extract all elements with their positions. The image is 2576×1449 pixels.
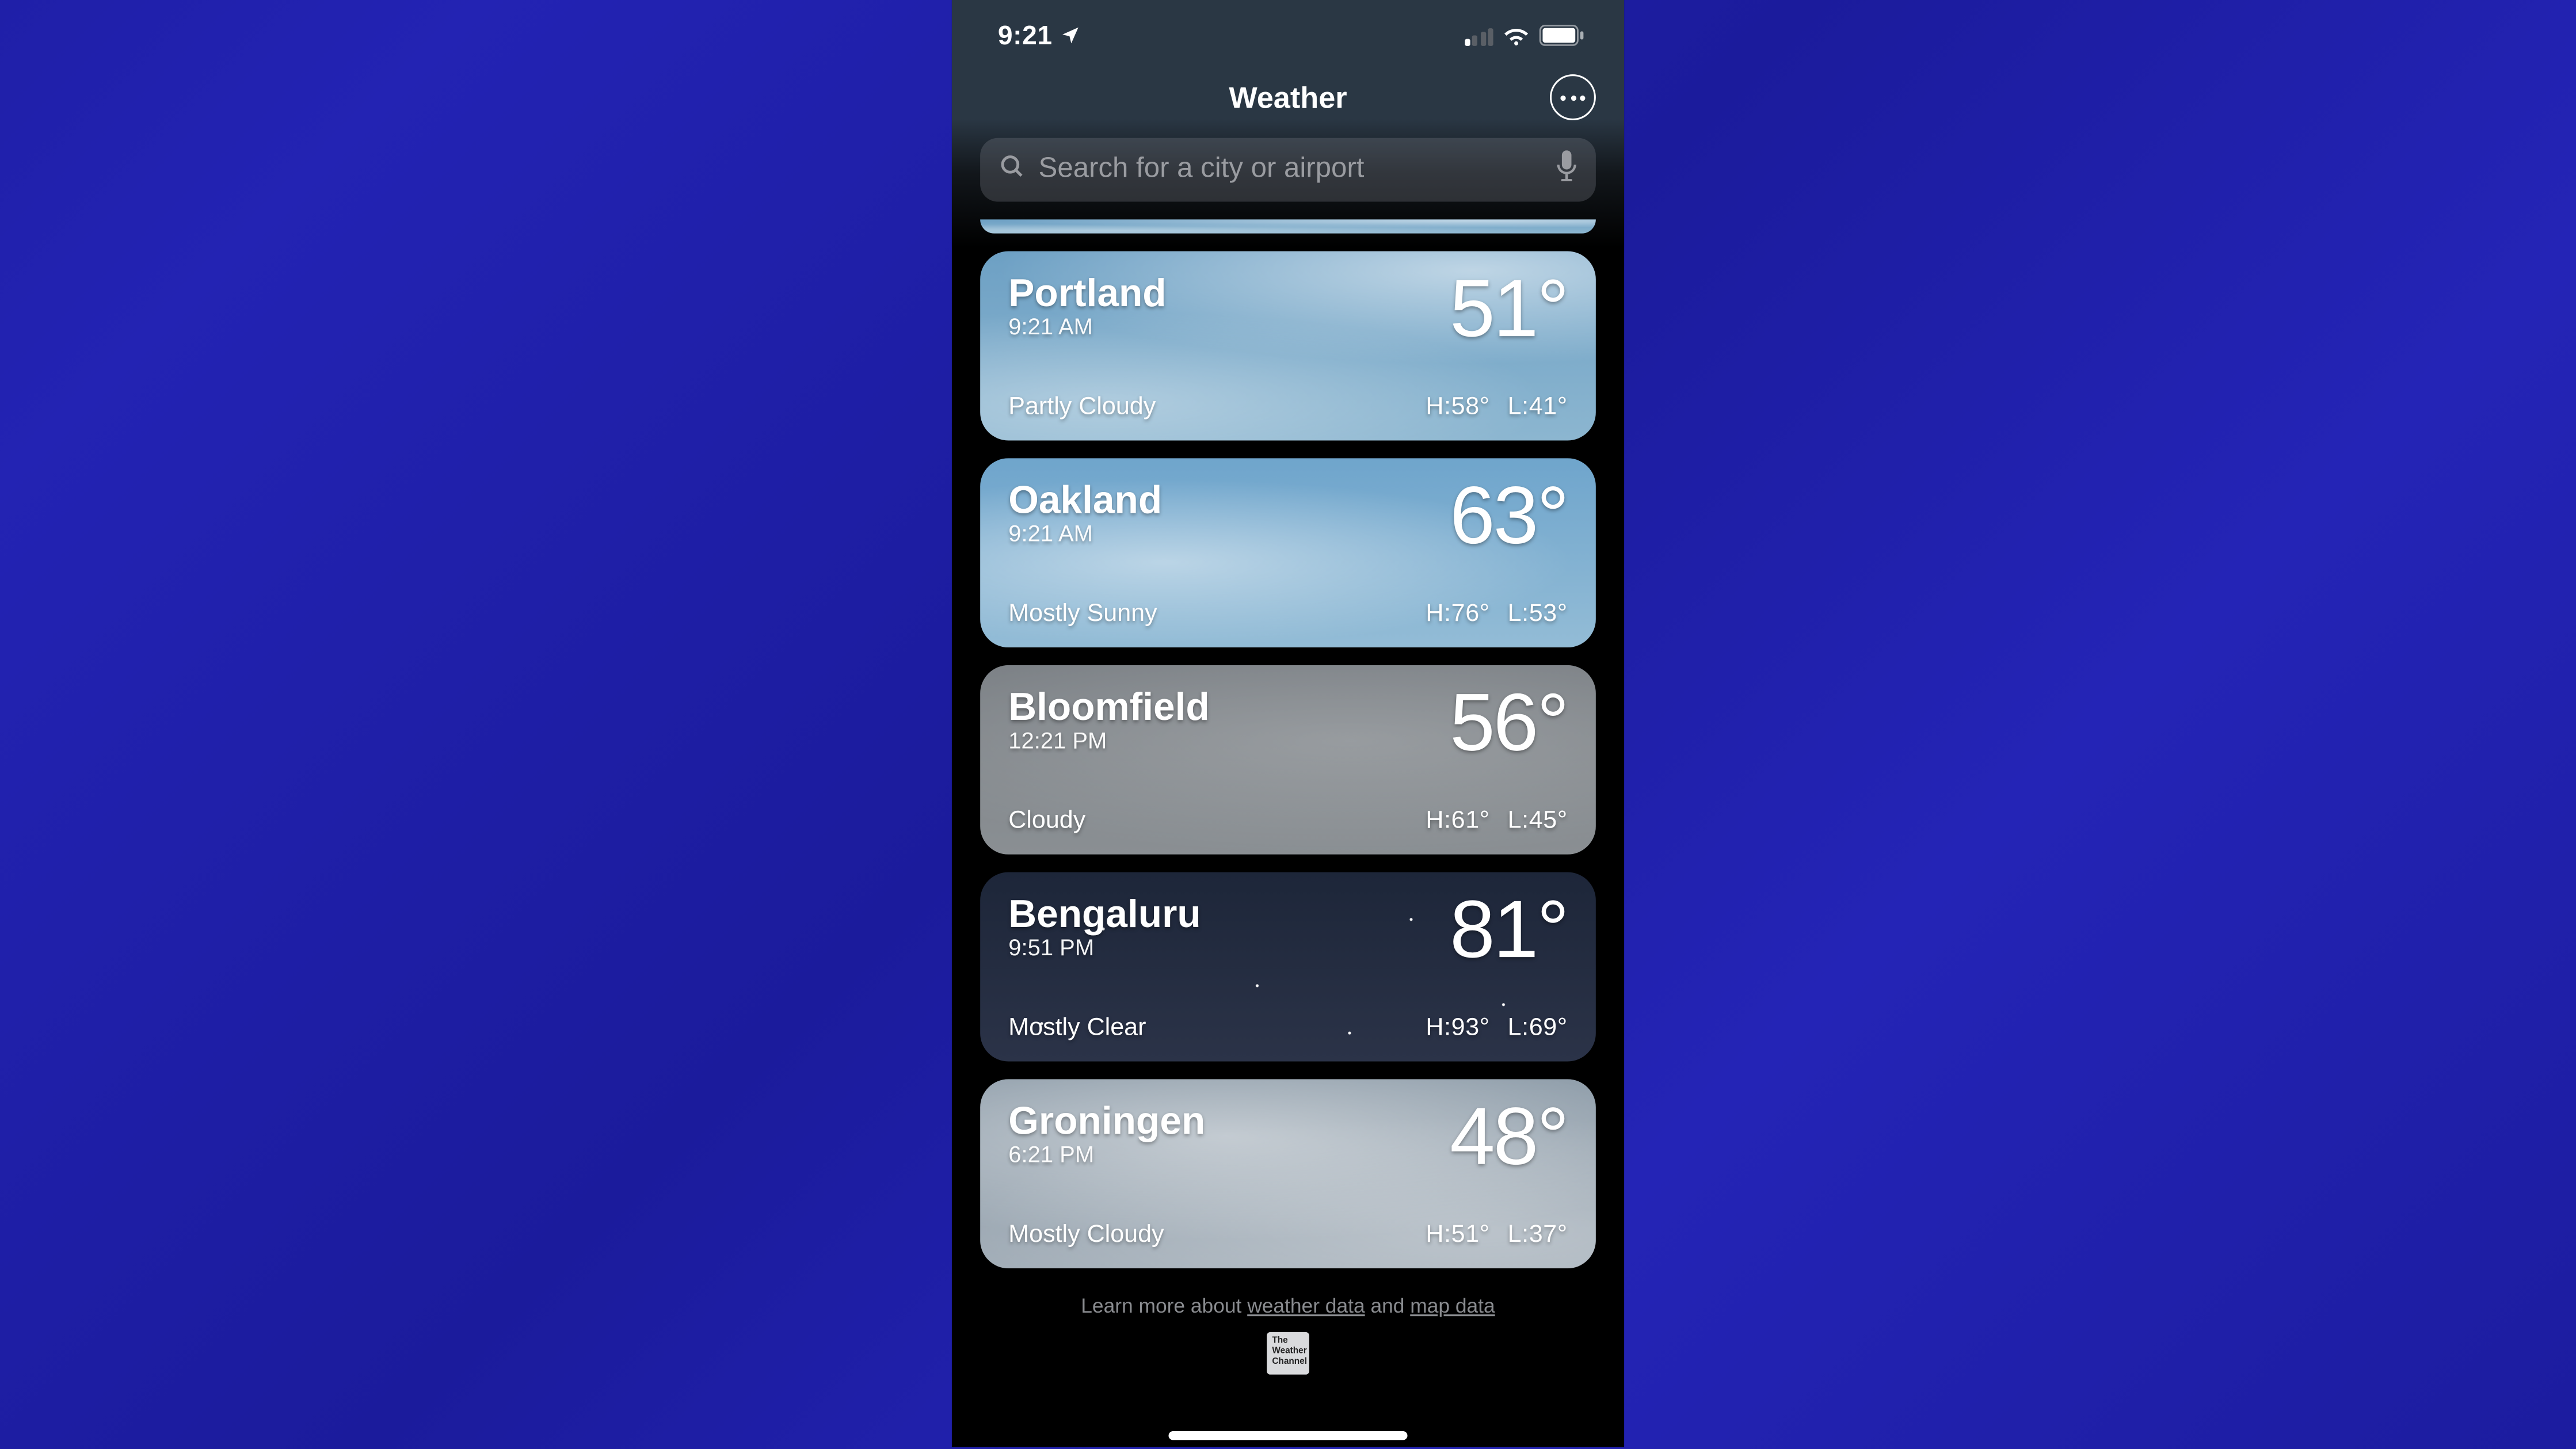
city-name: Groningen xyxy=(1008,1100,1205,1141)
city-card[interactable]: Oakland 9:21 AM 63° Mostly Sunny H:76° L… xyxy=(980,458,1596,647)
status-left: 9:21 xyxy=(998,20,1081,50)
city-hilo: H:61° L:45° xyxy=(1426,805,1567,833)
status-time: 9:21 xyxy=(998,20,1053,50)
city-local-time: 9:21 AM xyxy=(1008,520,1162,547)
city-low: L:41° xyxy=(1508,391,1568,419)
microphone-icon[interactable] xyxy=(1555,150,1578,190)
city-high: H:93° xyxy=(1426,1012,1489,1040)
city-temp: 48° xyxy=(1450,1100,1568,1173)
weather-channel-logo: The Weather Channel xyxy=(1267,1332,1309,1375)
city-high: H:76° xyxy=(1426,598,1489,626)
city-card[interactable]: Bloomfield 12:21 PM 56° Cloudy H:61° L:4… xyxy=(980,665,1596,855)
app-header: Weather xyxy=(952,71,1624,127)
search-bar[interactable] xyxy=(980,138,1596,202)
city-card[interactable]: Bengaluru 9:51 PM 81° Mostly Clear H:93°… xyxy=(980,872,1596,1062)
offscreen-card-sliver[interactable] xyxy=(980,219,1596,234)
city-list[interactable]: Portland 9:21 AM 51° Partly Cloudy H:58°… xyxy=(952,219,1624,1403)
city-condition: Mostly Clear xyxy=(1008,1012,1146,1040)
search-bar-container xyxy=(952,127,1624,219)
city-hilo: H:58° L:41° xyxy=(1426,391,1567,419)
location-arrow-icon xyxy=(1060,25,1081,46)
phone-screen: 9:21 xyxy=(952,0,1624,1447)
cell-signal-icon xyxy=(1464,26,1493,45)
footer-mid: and xyxy=(1365,1297,1411,1318)
footer-prefix: Learn more about xyxy=(1081,1297,1247,1318)
city-low: L:53° xyxy=(1508,598,1568,626)
city-name: Oakland xyxy=(1008,479,1162,520)
city-high: H:58° xyxy=(1426,391,1489,419)
wifi-icon xyxy=(1502,25,1530,46)
city-condition: Mostly Cloudy xyxy=(1008,1219,1164,1247)
city-local-time: 9:51 PM xyxy=(1008,934,1201,960)
city-temp: 63° xyxy=(1450,479,1568,552)
city-card[interactable]: Groningen 6:21 PM 48° Mostly Cloudy H:51… xyxy=(980,1079,1596,1268)
map-data-link[interactable]: map data xyxy=(1410,1297,1495,1318)
status-bar: 9:21 xyxy=(952,0,1624,71)
city-high: H:61° xyxy=(1426,805,1489,833)
status-right xyxy=(1464,25,1586,46)
city-local-time: 6:21 PM xyxy=(1008,1141,1205,1168)
city-hilo: H:76° L:53° xyxy=(1426,598,1567,626)
more-options-button[interactable] xyxy=(1550,74,1596,120)
home-indicator[interactable] xyxy=(1168,1431,1407,1440)
attribution-footer: Learn more about weather data and map da… xyxy=(980,1286,1596,1385)
city-local-time: 9:21 AM xyxy=(1008,313,1166,340)
city-low: L:69° xyxy=(1508,1012,1568,1040)
weather-data-link[interactable]: weather data xyxy=(1247,1297,1365,1318)
search-input[interactable] xyxy=(1039,154,1543,185)
ellipsis-icon xyxy=(1561,94,1584,100)
city-name: Bengaluru xyxy=(1008,893,1201,934)
city-hilo: H:93° L:69° xyxy=(1426,1012,1567,1040)
city-condition: Partly Cloudy xyxy=(1008,391,1156,419)
search-icon xyxy=(998,151,1026,189)
city-name: Bloomfield xyxy=(1008,687,1209,727)
city-name: Portland xyxy=(1008,272,1166,313)
city-local-time: 12:21 PM xyxy=(1008,727,1209,754)
city-card[interactable]: Portland 9:21 AM 51° Partly Cloudy H:58°… xyxy=(980,251,1596,441)
city-hilo: H:51° L:37° xyxy=(1426,1219,1567,1247)
city-low: L:45° xyxy=(1508,805,1568,833)
battery-icon xyxy=(1539,25,1586,46)
city-temp: 51° xyxy=(1450,272,1568,345)
page-title: Weather xyxy=(1229,81,1347,116)
city-high: H:51° xyxy=(1426,1219,1489,1247)
city-condition: Mostly Sunny xyxy=(1008,598,1157,626)
city-temp: 56° xyxy=(1450,687,1568,760)
city-condition: Cloudy xyxy=(1008,805,1085,833)
city-low: L:37° xyxy=(1508,1219,1568,1247)
city-temp: 81° xyxy=(1450,893,1568,966)
